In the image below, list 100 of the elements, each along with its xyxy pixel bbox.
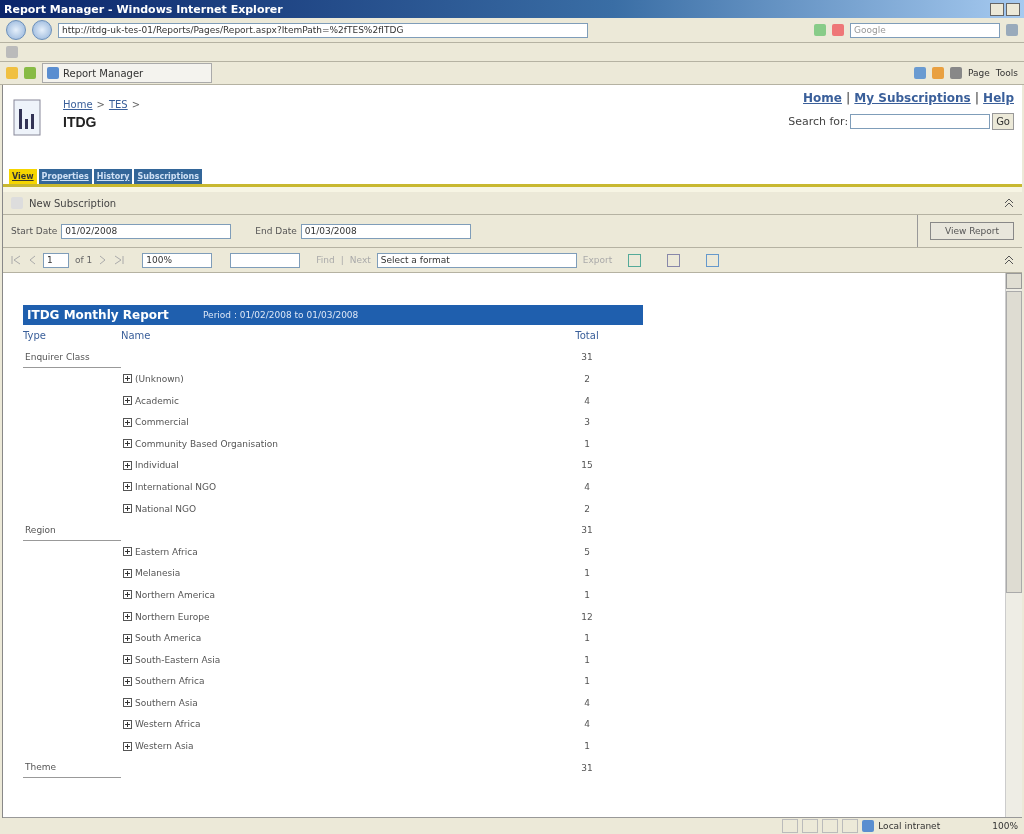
zoom-level[interactable]: 100% bbox=[992, 821, 1018, 831]
total-cell-text: 15 bbox=[580, 460, 594, 471]
parameter-label: End Date bbox=[255, 226, 297, 236]
collapse-icon[interactable] bbox=[1004, 198, 1014, 208]
expand-icon[interactable] bbox=[123, 396, 132, 406]
total-cell-text: 1 bbox=[583, 438, 591, 449]
expand-icon[interactable] bbox=[123, 590, 132, 600]
collapse-icon[interactable] bbox=[1004, 255, 1014, 265]
nav-link[interactable]: My Subscriptions bbox=[854, 91, 971, 105]
status-pane bbox=[822, 819, 839, 833]
total-cell-text: 31 bbox=[580, 762, 594, 773]
name-cell: Eastern Africa bbox=[135, 546, 198, 557]
name-cell: South America bbox=[135, 633, 202, 644]
date-field[interactable]: 01/03/2008 bbox=[300, 223, 471, 239]
tab[interactable]: Subscriptions bbox=[134, 169, 203, 184]
total-cell-text: 12 bbox=[580, 611, 594, 622]
name-cell: Commercial bbox=[135, 417, 189, 428]
command-menu[interactable]: Tools bbox=[995, 68, 1018, 78]
view-report-button[interactable]: View Report bbox=[929, 222, 1014, 240]
type-cell: Enquirer Class bbox=[23, 346, 121, 368]
expand-icon[interactable] bbox=[123, 655, 132, 665]
command-menu[interactable]: Page bbox=[968, 68, 990, 78]
name-cell: International NGO bbox=[135, 481, 217, 492]
expand-icon[interactable] bbox=[123, 568, 132, 578]
total-cell-text: 4 bbox=[583, 481, 591, 492]
search-label: Search for: bbox=[788, 115, 849, 128]
maximize-button[interactable] bbox=[1006, 2, 1020, 16]
window-title: Report Manager - Windows Internet Explorer bbox=[4, 2, 283, 16]
expand-icon[interactable] bbox=[123, 720, 132, 729]
name-cell: Individual bbox=[135, 460, 179, 471]
name-cell: Northern America bbox=[135, 589, 215, 600]
tab[interactable]: History bbox=[93, 169, 133, 184]
column-header: Type bbox=[23, 330, 47, 342]
total-cell-text: 31 bbox=[580, 525, 594, 536]
forward-button[interactable] bbox=[32, 20, 52, 40]
date-field[interactable]: 01/02/2008 bbox=[61, 223, 232, 239]
column-header: Name bbox=[121, 330, 152, 342]
page-count: of 1 bbox=[75, 255, 93, 265]
expand-icon[interactable] bbox=[123, 612, 132, 621]
nav-link[interactable]: Home bbox=[803, 91, 842, 105]
parameter-label: Start Date bbox=[11, 226, 58, 236]
expand-icon[interactable] bbox=[123, 504, 132, 514]
expand-icon[interactable] bbox=[123, 698, 132, 708]
report-icon bbox=[13, 99, 43, 137]
security-zone: Local intranet bbox=[878, 821, 942, 831]
breadcrumb-link[interactable]: Home bbox=[63, 99, 93, 110]
total-cell-text: 1 bbox=[583, 654, 591, 665]
back-button[interactable] bbox=[6, 20, 26, 40]
name-cell: South-Eastern Asia bbox=[135, 654, 221, 665]
total-cell-text: 3 bbox=[583, 417, 591, 428]
name-cell: National NGO bbox=[135, 503, 197, 514]
total-cell-text: 1 bbox=[583, 741, 591, 752]
type-cell: Theme bbox=[23, 757, 121, 779]
find-field[interactable] bbox=[230, 252, 301, 268]
go-button[interactable]: Go bbox=[992, 113, 1014, 130]
search-input[interactable] bbox=[850, 114, 991, 129]
report-title: ITDG Monthly Report bbox=[26, 308, 170, 322]
scrollbar[interactable] bbox=[1005, 273, 1022, 817]
expand-icon[interactable] bbox=[123, 633, 132, 643]
minimize-button[interactable] bbox=[990, 2, 1004, 16]
expand-icon[interactable] bbox=[123, 374, 132, 384]
total-cell-text: 1 bbox=[583, 633, 591, 644]
browser-tab[interactable]: Report Manager bbox=[42, 63, 212, 83]
name-cell: Western Africa bbox=[135, 719, 201, 730]
zoom-dropdown[interactable]: 100% bbox=[142, 252, 213, 268]
expand-icon[interactable] bbox=[123, 439, 132, 449]
column-header: Total bbox=[574, 330, 600, 342]
expand-icon[interactable] bbox=[123, 547, 132, 557]
name-cell: Southern Asia bbox=[135, 697, 198, 708]
nav-link[interactable]: Help bbox=[983, 91, 1014, 105]
total-cell-text: 4 bbox=[583, 395, 591, 406]
expand-icon[interactable] bbox=[123, 741, 132, 751]
tab[interactable]: Properties bbox=[38, 169, 92, 184]
name-cell: (Unknown) bbox=[135, 374, 184, 384]
page-title: ITDG bbox=[63, 114, 98, 130]
address-field[interactable]: http://itdg-uk-tes-01/Reports/Pages/Report.aspx?ItemPath=%2fTES%2fITDG bbox=[58, 22, 588, 38]
expand-icon[interactable] bbox=[123, 482, 132, 492]
total-cell-text: 4 bbox=[583, 719, 591, 730]
name-cell: Melanesia bbox=[135, 568, 181, 579]
report-period: Period : 01/02/2008 to 01/03/2008 bbox=[203, 310, 359, 320]
new-subscription-link[interactable]: New Subscription bbox=[29, 197, 117, 209]
link-separator: | bbox=[974, 91, 980, 105]
total-cell-text: 1 bbox=[583, 589, 591, 600]
format-dropdown[interactable]: Select a format bbox=[376, 252, 577, 268]
total-cell-text: 1 bbox=[583, 676, 591, 687]
total-cell-text: 2 bbox=[583, 503, 591, 514]
expand-icon[interactable] bbox=[123, 676, 132, 686]
find-separator: | bbox=[340, 255, 344, 265]
breadcrumb-separator: > bbox=[96, 99, 105, 110]
name-cell: Western Asia bbox=[135, 741, 194, 752]
tab[interactable]: View bbox=[9, 169, 37, 184]
status-pane bbox=[802, 819, 819, 833]
status-pane bbox=[782, 819, 799, 833]
expand-icon[interactable] bbox=[123, 460, 132, 470]
breadcrumb-link[interactable]: TES bbox=[108, 99, 128, 110]
name-cell: Southern Africa bbox=[135, 676, 205, 687]
total-cell-text: 2 bbox=[583, 374, 591, 384]
page-field[interactable]: 1 bbox=[43, 252, 69, 268]
total-cell-text: 4 bbox=[583, 697, 591, 708]
expand-icon[interactable] bbox=[123, 417, 132, 427]
